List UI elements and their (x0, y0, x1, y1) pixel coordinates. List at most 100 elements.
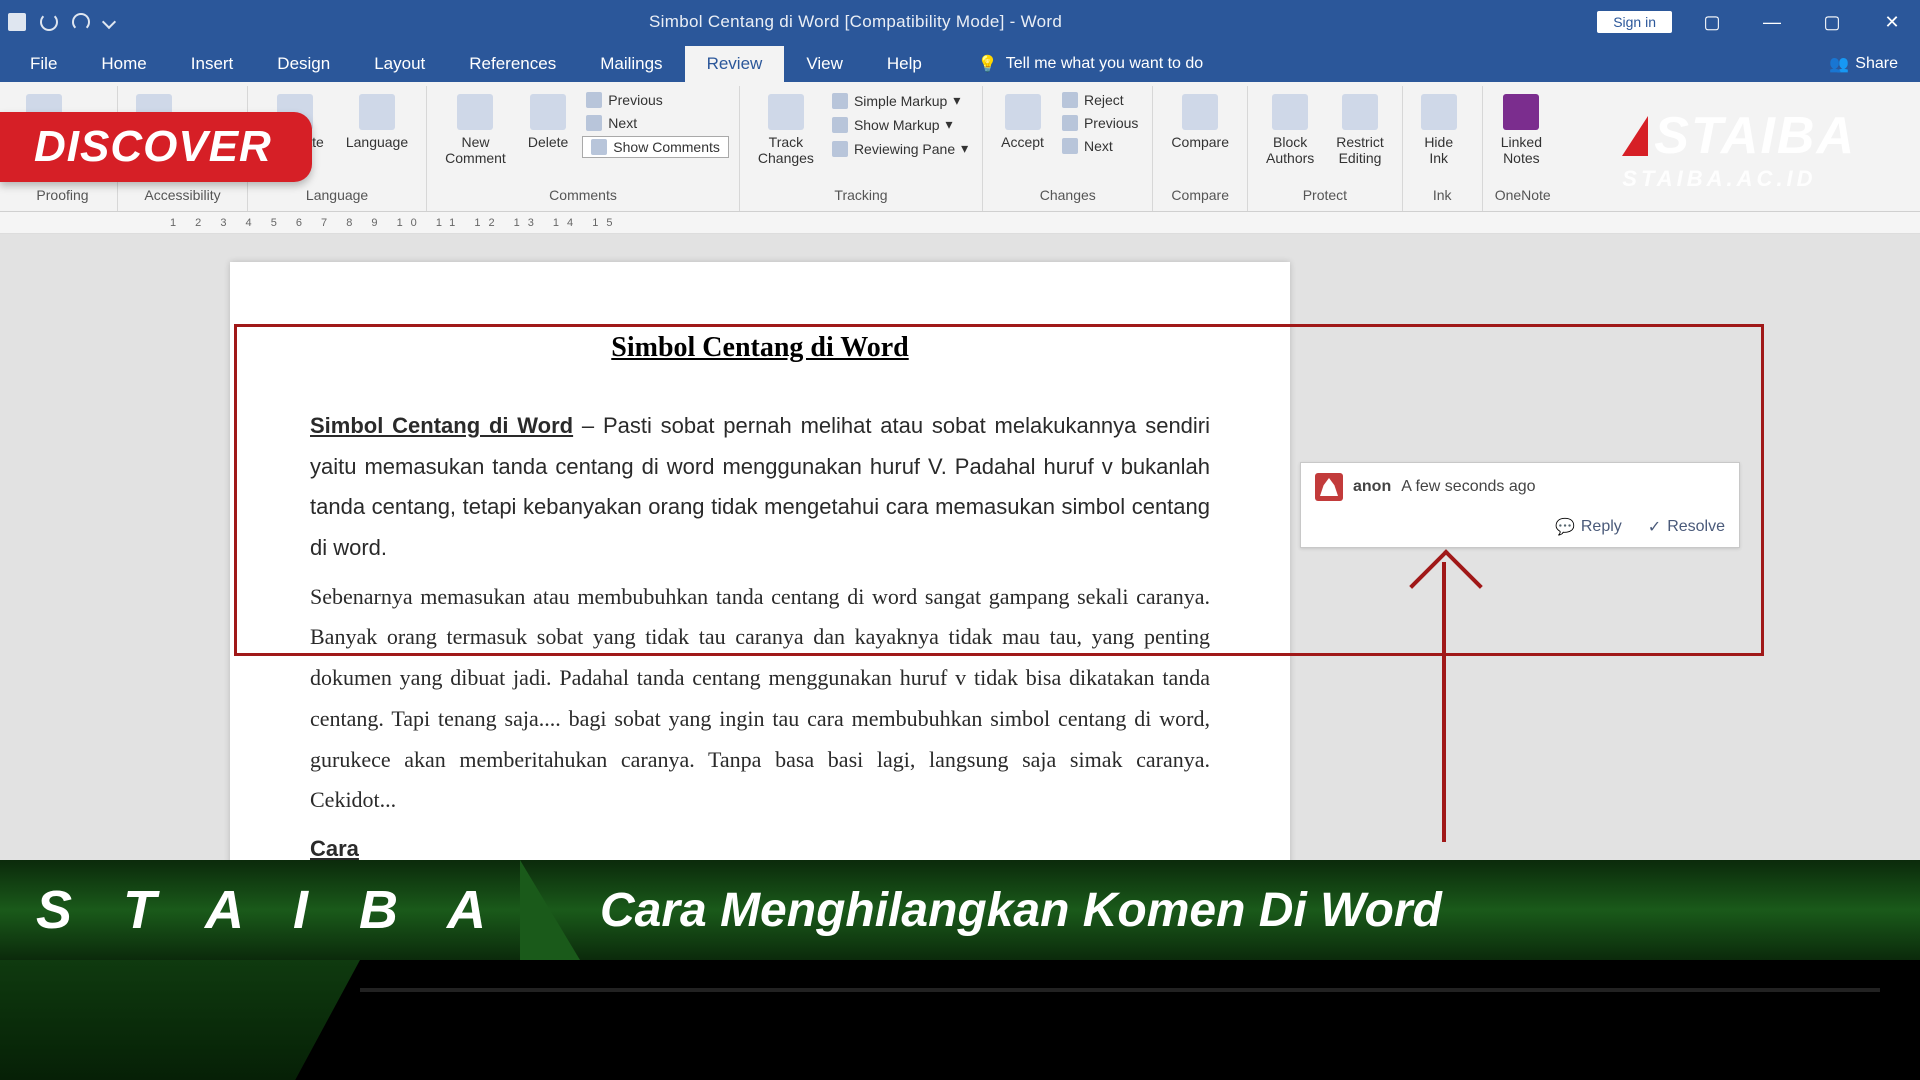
comment-time: A few seconds ago (1401, 478, 1535, 496)
previous-comment-button[interactable]: Previous (582, 90, 729, 110)
redo-icon[interactable] (72, 13, 90, 31)
group-tracking-label: Tracking (750, 187, 972, 207)
block-authors-button[interactable]: Block Authors (1258, 90, 1322, 170)
prev-comment-icon (586, 92, 602, 108)
language-label: Language (346, 134, 408, 150)
ink-label: Hide Ink (1424, 134, 1453, 166)
reject-icon (1062, 92, 1078, 108)
show-comments-button[interactable]: Show Comments (582, 136, 729, 158)
hide-ink-button[interactable]: Hide Ink (1413, 90, 1465, 170)
footer-banner: S T A I B A Cara Menghilangkan Komen Di … (0, 860, 1920, 1080)
chevron-down-icon: ▾ (961, 140, 968, 157)
tell-me-search[interactable]: 💡 Tell me what you want to do (964, 46, 1217, 82)
linked-notes-button[interactable]: Linked Notes (1493, 90, 1550, 170)
language-icon (359, 94, 395, 130)
block-icon (1272, 94, 1308, 130)
comment-resolve-button[interactable]: ✓Resolve (1648, 517, 1725, 537)
track-changes-icon (768, 94, 804, 130)
bulb-icon: 💡 (978, 54, 998, 74)
staiba-watermark: STAIBA STAIBA.AC.ID (1622, 106, 1856, 192)
share-button[interactable]: 👥 Share (1815, 46, 1912, 82)
group-compare-label: Compare (1163, 187, 1237, 207)
window-title: Simbol Centang di Word [Compatibility Mo… (114, 12, 1597, 32)
minimize-button[interactable]: — (1752, 7, 1792, 37)
new-comment-button[interactable]: New Comment (437, 90, 514, 170)
accept-button[interactable]: Accept (993, 90, 1052, 154)
tab-file[interactable]: File (8, 46, 79, 82)
comment-avatar-icon (1315, 473, 1343, 501)
brand-text: STAIBA (1654, 106, 1856, 166)
comment-balloon[interactable]: anon A few seconds ago 💬Reply ✓Resolve (1300, 462, 1740, 548)
banner-title: Cara Menghilangkan Komen Di Word (580, 883, 1442, 938)
tab-layout[interactable]: Layout (352, 46, 447, 82)
comment-author: anon (1353, 478, 1391, 496)
compare-label: Compare (1171, 134, 1229, 150)
tab-insert[interactable]: Insert (169, 46, 256, 82)
next-change-button[interactable]: Next (1058, 136, 1142, 156)
logo-triangle-icon (1622, 116, 1648, 156)
group-comments-label: Comments (437, 187, 729, 207)
undo-icon[interactable] (40, 13, 58, 31)
maximize-button[interactable]: ▢ (1812, 7, 1852, 37)
group-ink-label: Ink (1413, 187, 1472, 207)
next-comment-button[interactable]: Next (582, 113, 729, 133)
tab-review[interactable]: Review (685, 46, 785, 82)
restrict-editing-button[interactable]: Restrict Editing (1328, 90, 1391, 170)
comment-icon (457, 94, 493, 130)
document-title: Simbol Centang di Word (310, 332, 1210, 364)
previous-change-button[interactable]: Previous (1058, 113, 1142, 133)
markup-icon (832, 93, 848, 109)
onenote-icon (1503, 94, 1539, 130)
chevron-down-icon: ▾ (953, 92, 960, 109)
group-changes-label: Changes (993, 187, 1142, 207)
markup-dropdown[interactable]: Simple Markup▾ (828, 90, 972, 111)
group-protect-label: Protect (1258, 187, 1392, 207)
close-button[interactable]: ✕ (1872, 7, 1912, 37)
language-button[interactable]: Language (338, 90, 416, 154)
reject-label: Reject (1084, 92, 1124, 108)
accept-icon (1005, 94, 1041, 130)
ribbon-options-icon[interactable]: ▢ (1692, 7, 1732, 37)
group-language-label: Language (258, 187, 416, 207)
save-icon[interactable] (8, 13, 26, 31)
chevron-down-icon: ▾ (946, 116, 953, 133)
horizontal-ruler[interactable]: 1 2 3 4 5 6 7 8 9 10 11 12 13 14 15 (0, 212, 1920, 234)
sign-in-button[interactable]: Sign in (1597, 11, 1672, 33)
new-comment-label: New Comment (445, 134, 506, 166)
compare-button[interactable]: Compare (1163, 90, 1237, 154)
restrict-icon (1342, 94, 1378, 130)
prev-comment-label: Previous (608, 92, 662, 108)
reject-button[interactable]: Reject (1058, 90, 1142, 110)
next-change-label: Next (1084, 138, 1113, 154)
share-label: Share (1855, 55, 1898, 73)
tab-mailings[interactable]: Mailings (578, 46, 684, 82)
next-change-icon (1062, 138, 1078, 154)
next-comment-label: Next (608, 115, 637, 131)
quick-access-toolbar (8, 13, 114, 31)
resolve-icon: ✓ (1648, 517, 1661, 537)
discover-badge: DISCOVER (0, 112, 312, 182)
tab-design[interactable]: Design (255, 46, 352, 82)
show-markup-button[interactable]: Show Markup▾ (828, 114, 972, 135)
delete-comment-button[interactable]: Delete (520, 90, 576, 154)
tell-me-label: Tell me what you want to do (1006, 55, 1203, 73)
accept-label: Accept (1001, 134, 1044, 150)
compare-icon (1182, 94, 1218, 130)
delete-comment-icon (530, 94, 566, 130)
brand-site: STAIBA.AC.ID (1622, 166, 1856, 192)
comment-reply-button[interactable]: 💬Reply (1555, 517, 1622, 537)
tab-home[interactable]: Home (79, 46, 168, 82)
tab-view[interactable]: View (784, 46, 865, 82)
track-changes-button[interactable]: Track Changes (750, 90, 822, 170)
tab-references[interactable]: References (447, 46, 578, 82)
track-changes-label: Track Changes (758, 134, 814, 166)
delete-comment-label: Delete (528, 134, 568, 150)
linked-notes-label: Linked Notes (1501, 134, 1542, 166)
group-proofing-label: Proofing (18, 187, 107, 207)
reviewing-pane-button[interactable]: Reviewing Pane▾ (828, 138, 972, 159)
banner-brand: S T A I B A (0, 879, 540, 941)
tab-help[interactable]: Help (865, 46, 944, 82)
show-markup-icon (832, 117, 848, 133)
reply-icon: 💬 (1555, 517, 1575, 537)
group-accessibility-label: Accessibility (128, 187, 237, 207)
